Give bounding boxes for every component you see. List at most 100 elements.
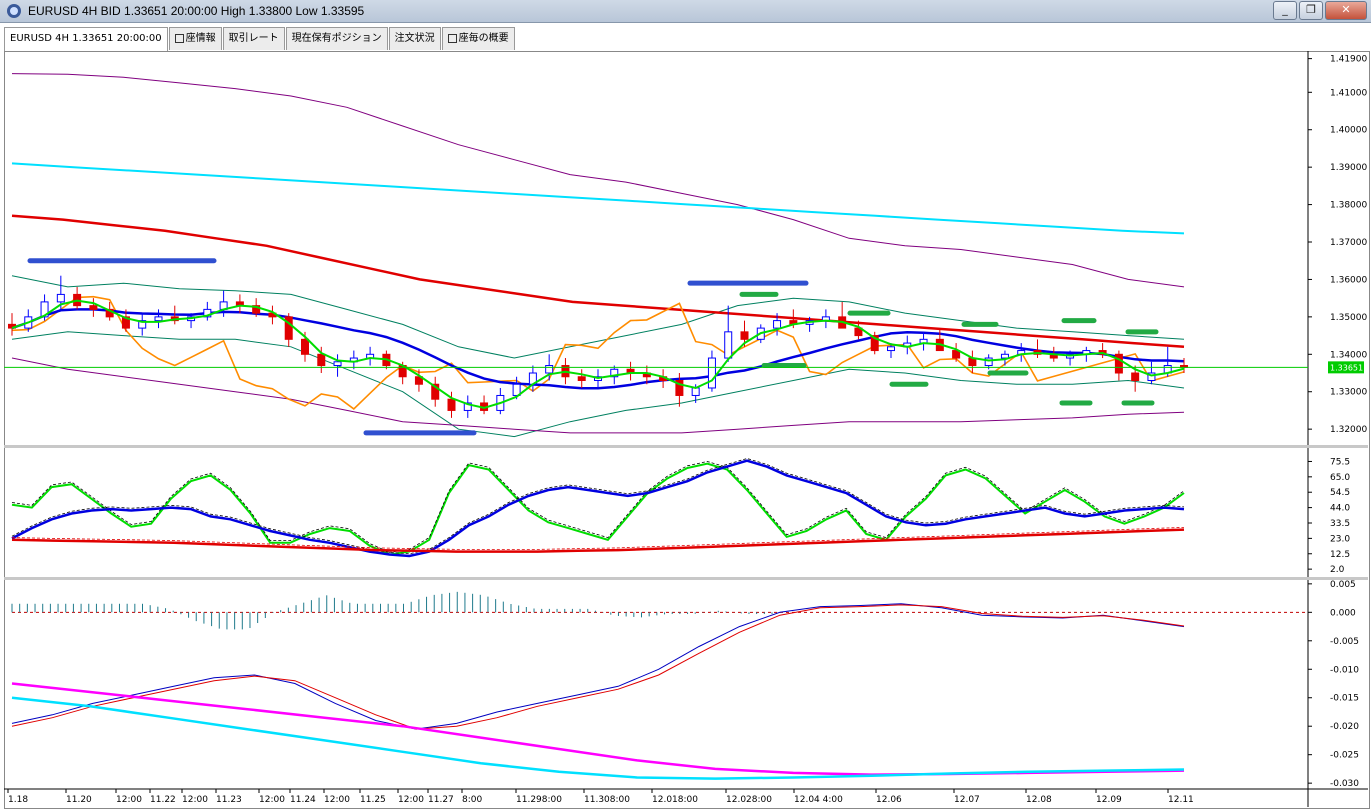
candle-body xyxy=(707,357,716,389)
tab-label: 現在保有ポジション xyxy=(291,33,382,44)
time-tick-label: 12:00 xyxy=(259,795,285,805)
time-tick-label: 12.09 xyxy=(1096,795,1122,805)
time-tick-label: 8:00 xyxy=(462,795,482,805)
app-icon xyxy=(7,4,21,18)
time-tick-label: 11.308:00 xyxy=(584,795,630,805)
osc-axis-tick-label: 2.0 xyxy=(1330,565,1345,575)
osc-blue_mid xyxy=(11,459,1185,558)
macd-main xyxy=(11,603,1185,730)
pane-separator[interactable] xyxy=(4,445,1368,448)
price-axis-tick-label: 1.37000 xyxy=(1330,238,1367,248)
time-tick-label: 11.24 xyxy=(290,795,316,805)
time-tick-label: 12.018:00 xyxy=(652,795,698,805)
tab-eurusd[interactable]: EURUSD 4H 1.33651 20:00:00 xyxy=(4,27,168,51)
candle-body xyxy=(301,338,309,355)
candle-body xyxy=(89,305,98,310)
price-axis-tick-label: 1.39000 xyxy=(1330,163,1367,173)
price-axis-tick-label: 1.38000 xyxy=(1330,201,1367,211)
time-tick-label: 12.028:00 xyxy=(726,795,772,805)
window-title: EURUSD 4H BID 1.33651 20:00:00 High 1.33… xyxy=(28,4,365,18)
time-tick-label: 11.25 xyxy=(360,795,386,805)
checkbox-icon xyxy=(447,33,457,43)
tab-orders[interactable]: 注文状況 xyxy=(388,27,441,50)
candle-body xyxy=(447,398,456,411)
time-tick-label: 1.18 xyxy=(8,795,28,805)
tab-label: 注文状況 xyxy=(394,33,435,44)
time-tick-label: 12.07 xyxy=(954,795,980,805)
chart-tabs: EURUSD 4H 1.33651 20:00:00 座情報 取引レート 現在保… xyxy=(4,27,516,51)
close-button[interactable]: ✕ xyxy=(1325,1,1367,20)
osc-red_slow-signal xyxy=(11,527,1185,550)
price-axis-tick-label: 1.33000 xyxy=(1330,388,1367,398)
time-tick-label: 12.11 xyxy=(1168,795,1194,805)
candle-body xyxy=(887,346,895,352)
candle-body xyxy=(56,293,65,303)
pane-separator[interactable] xyxy=(4,577,1368,580)
time-tick-label: 12:00 xyxy=(182,795,208,805)
restore-button[interactable]: ❐ xyxy=(1299,1,1323,20)
price-axis-tick-label: 1.41000 xyxy=(1330,88,1367,98)
macd-axis-tick-label: -0.020 xyxy=(1330,722,1359,732)
time-tick-label: 12.08 xyxy=(1026,795,1052,805)
time-tick-label: 11.298:00 xyxy=(516,795,562,805)
tab-label: EURUSD 4H 1.33651 20:00:00 xyxy=(10,33,162,44)
candle-body xyxy=(317,353,326,367)
series-bb_outer_top xyxy=(11,73,1185,288)
osc-axis-tick-label: 75.5 xyxy=(1330,457,1350,467)
candle-body xyxy=(724,331,733,359)
osc-blue_mid-signal xyxy=(11,458,1185,555)
series-ma_very_long xyxy=(11,162,1185,235)
macd-axis-tick-label: -0.005 xyxy=(1330,637,1359,647)
macd-axis-tick-label: -0.030 xyxy=(1330,779,1359,789)
macd-axis-tick-label: -0.025 xyxy=(1330,751,1359,761)
candle-body xyxy=(1114,353,1123,374)
time-tick-label: 12:00 xyxy=(398,795,424,805)
candle-body xyxy=(1000,353,1009,359)
candle-body xyxy=(154,316,163,322)
osc-axis-tick-label: 54.5 xyxy=(1330,488,1350,498)
osc-axis-tick-label: 23.0 xyxy=(1330,534,1350,544)
time-tick-label: 11.22 xyxy=(150,795,176,805)
candle-body xyxy=(740,331,749,340)
osc-axis-tick-label: 12.5 xyxy=(1330,550,1350,560)
price-axis-tick-label: 1.36000 xyxy=(1330,275,1367,285)
tab-account-summary[interactable]: 座毎の概要 xyxy=(441,27,515,50)
time-tick-label: 11.20 xyxy=(66,795,92,805)
candle-body xyxy=(577,376,586,381)
tab-label: 取引レート xyxy=(228,33,279,44)
candle-body xyxy=(691,387,700,396)
window-titlebar: EURUSD 4H BID 1.33651 20:00:00 High 1.33… xyxy=(0,0,1371,23)
macd-cyan xyxy=(11,696,1185,780)
time-tick-label: 12:00 xyxy=(116,795,142,805)
macd-axis-tick-label: -0.010 xyxy=(1330,665,1359,675)
tab-account-info[interactable]: 座情報 xyxy=(168,27,222,50)
tab-label: 座毎の概要 xyxy=(458,33,509,44)
candle-body xyxy=(773,320,782,329)
candle-body xyxy=(1131,372,1140,381)
macd-axis-tick-label: -0.015 xyxy=(1330,694,1359,704)
price-axis-tick-label: 1.32000 xyxy=(1330,425,1367,435)
osc-axis-tick-label: 33.5 xyxy=(1330,519,1350,529)
checkbox-icon xyxy=(174,33,184,43)
price-axis-tick-label: 1.34000 xyxy=(1330,350,1367,360)
tab-positions[interactable]: 現在保有ポジション xyxy=(285,27,388,50)
chart-canvas[interactable]: 1.41900 1.41000 1.40000 1.39000 1.38000 1.370… xyxy=(4,51,1368,807)
price-axis-tick-label: 1.35000 xyxy=(1330,313,1367,323)
time-tick-label: 12.04 4:00 xyxy=(794,795,843,805)
macd-magenta xyxy=(11,682,1185,776)
time-tick-label: 12:00 xyxy=(324,795,350,805)
time-tick-label: 11.27 xyxy=(428,795,454,805)
tab-label: 座情報 xyxy=(185,33,216,44)
macd-signal xyxy=(11,604,1185,730)
price-axis-tick-label: 1.40000 xyxy=(1330,126,1367,136)
time-tick-label: 12.06 xyxy=(876,795,902,805)
minimize-button[interactable]: _ xyxy=(1273,1,1297,20)
osc-axis-tick-label: 65.0 xyxy=(1330,473,1350,483)
time-tick-label: 11.23 xyxy=(216,795,242,805)
current-price-label: 1.33651 xyxy=(1330,363,1363,372)
tab-trade-rate[interactable]: 取引レート xyxy=(222,27,285,50)
price-axis-tick-label: 1.41900 xyxy=(1330,55,1367,65)
candle-body xyxy=(333,361,342,367)
series-bb_outer_bot xyxy=(11,357,1185,434)
macd-axis-tick-label: 0.000 xyxy=(1330,608,1356,618)
